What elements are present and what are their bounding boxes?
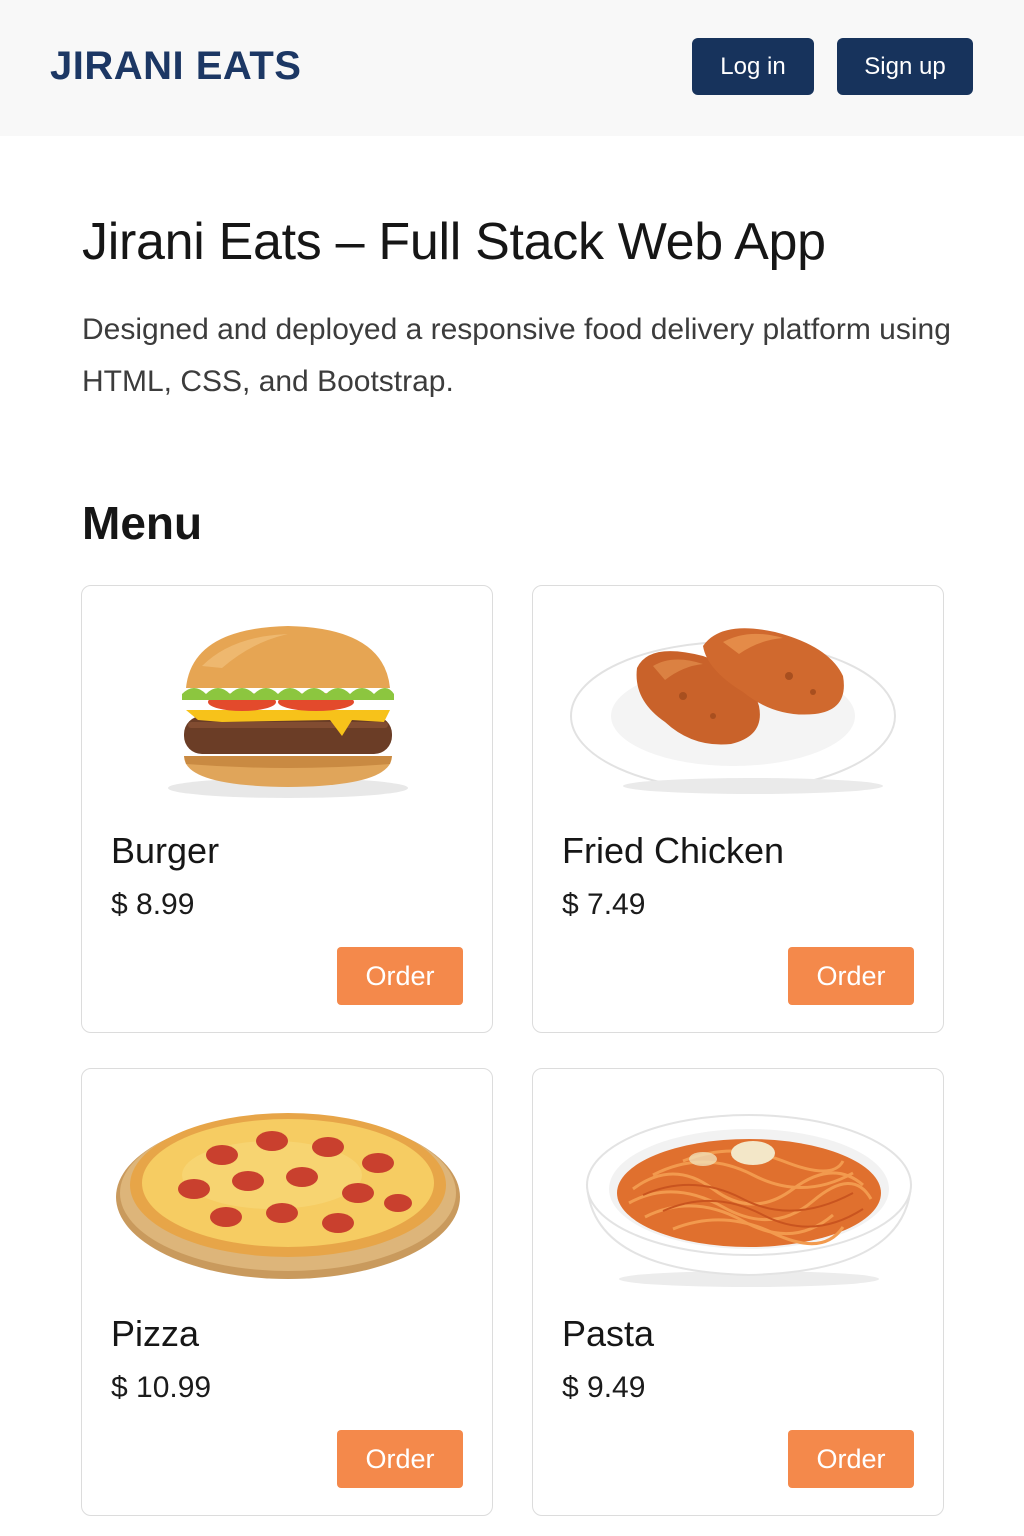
menu-card-pizza: Pizza $ 10.99 Order <box>81 1068 493 1516</box>
menu-heading: Menu <box>82 497 203 549</box>
menu-item-price: $ 8.99 <box>111 888 195 921</box>
order-button-fried-chicken[interactable]: Order <box>788 947 914 1005</box>
menu-item-price: $ 9.49 <box>562 1371 646 1404</box>
menu-item-price: $ 10.99 <box>111 1371 212 1404</box>
burger-image <box>168 626 408 798</box>
menu-item-price: $ 7.49 <box>562 888 646 921</box>
brand-logo[interactable]: JIRANI EATS <box>50 44 301 89</box>
menu-item-name: Burger <box>111 830 220 871</box>
menu-card-burger: Burger $ 8.99 Order <box>81 585 493 1033</box>
menu-card-pasta: Pasta $ 9.49 Order <box>532 1068 944 1516</box>
page-description: Designed and deployed a responsive food … <box>82 313 951 398</box>
order-button-burger[interactable]: Order <box>337 947 463 1005</box>
order-button-pasta[interactable]: Order <box>788 1430 914 1488</box>
signup-button[interactable]: Sign up <box>837 38 973 95</box>
menu-card-fried-chicken: Fried Chicken $ 7.49 Order <box>532 585 944 1033</box>
login-button[interactable]: Log in <box>692 38 814 95</box>
menu-item-name: Fried Chicken <box>562 830 785 871</box>
pizza-image <box>116 1113 460 1279</box>
pasta-image <box>585 1114 913 1287</box>
menu-item-name: Pasta <box>562 1313 655 1354</box>
menu-item-name: Pizza <box>111 1313 200 1354</box>
page-title: Jirani Eats – Full Stack Web App <box>82 213 826 271</box>
navbar: JIRANI EATS Log in Sign up <box>0 0 1024 136</box>
order-button-pizza[interactable]: Order <box>337 1430 463 1488</box>
fried-chicken-image <box>570 628 896 794</box>
